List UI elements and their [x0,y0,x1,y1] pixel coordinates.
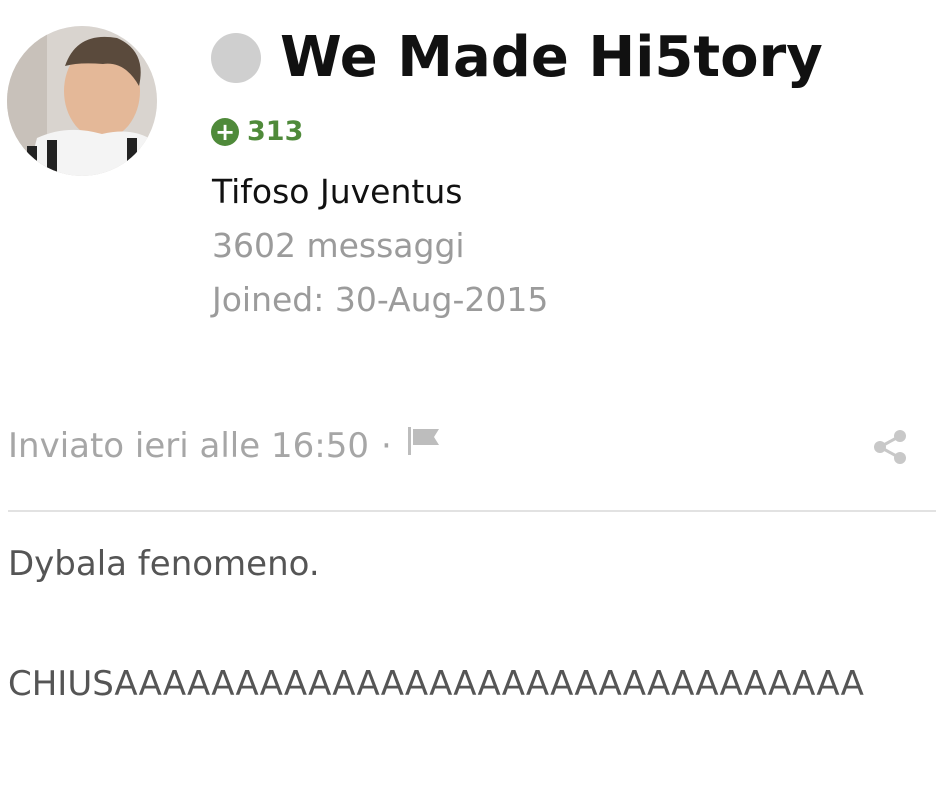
online-status-indicator [211,33,261,83]
post-timestamp[interactable]: Inviato ieri alle 16:50 [8,426,369,466]
post-text-line: Dybala fenomeno. [8,544,320,584]
username[interactable]: We Made Hi5tory [280,20,823,96]
reputation-count: 313 [247,116,304,147]
share-icon[interactable] [872,429,908,469]
flag-icon[interactable] [406,425,442,466]
reputation-badge[interactable]: + 313 [211,116,303,147]
avatar[interactable] [7,26,157,176]
separator: · [380,425,392,466]
post-text-line: CHIUSAAAAAAAAAAAAAAAAAAAAAAAAAAAAAAA [8,664,864,704]
divider [8,510,936,512]
post-count: 3602 messaggi [212,226,465,265]
member-title: Tifoso Juventus [212,172,463,211]
joined-date: Joined: 30-Aug-2015 [212,280,549,319]
plus-icon: + [211,117,239,146]
post-meta: Inviato ieri alle 16:50 · [8,425,442,466]
post-body: Dybala fenomeno. CHIUSAAAAAAAAAAAAAAAAAA… [8,536,908,712]
